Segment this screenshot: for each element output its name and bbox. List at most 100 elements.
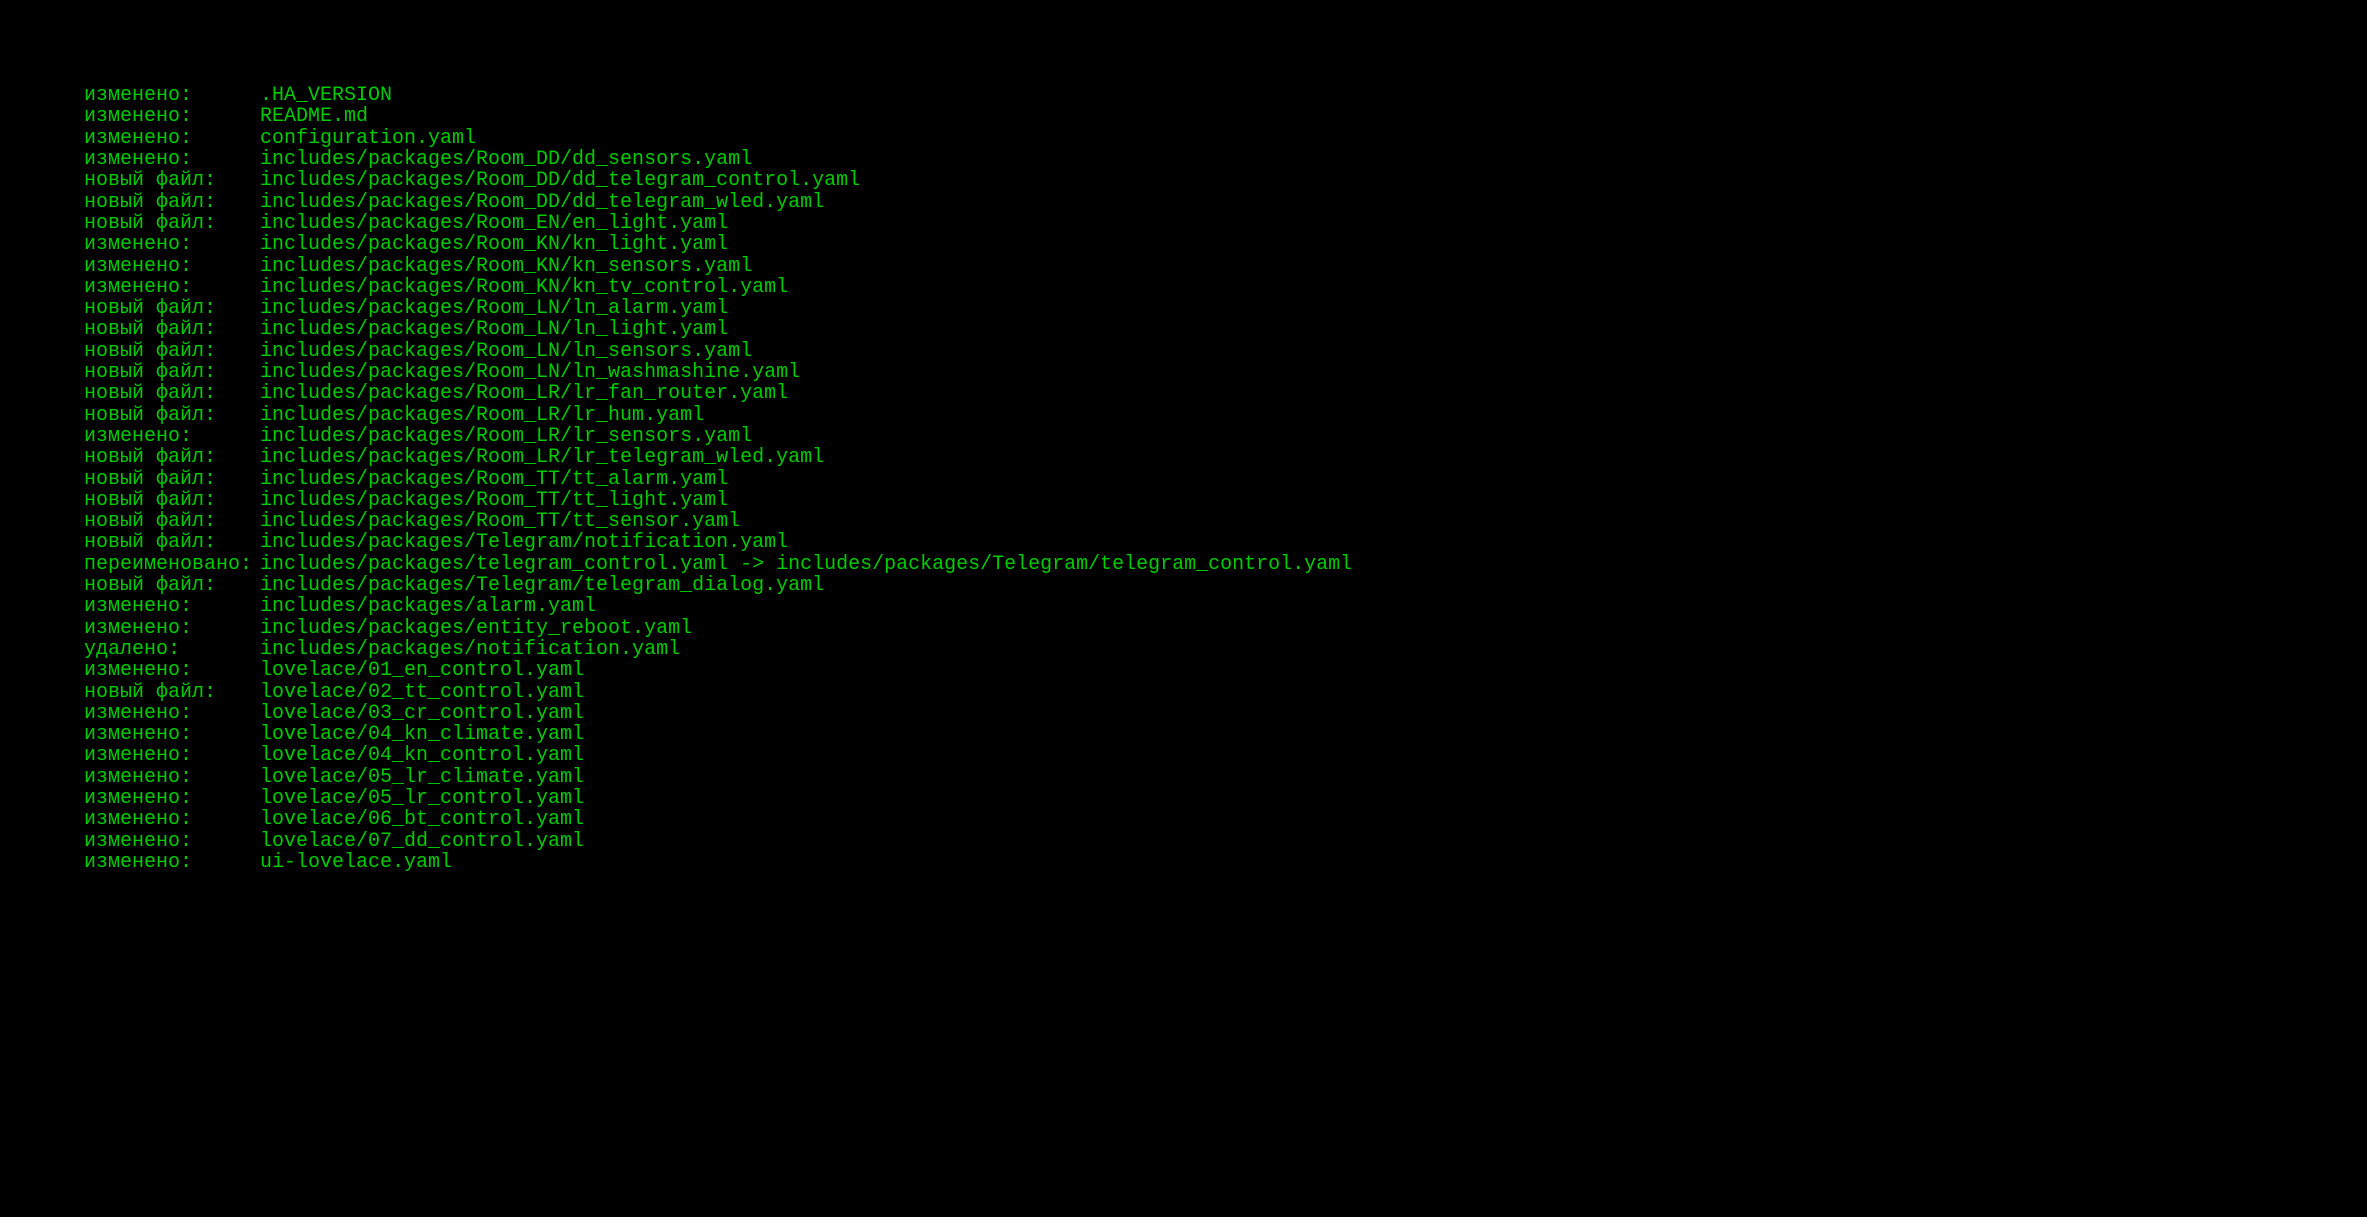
git-status-line: изменено:lovelace/03_cr_control.yaml <box>0 703 2367 724</box>
git-status-line: изменено:README.md <box>0 106 2367 127</box>
git-status-line: новый файл:includes/packages/Room_LN/ln_… <box>0 341 2367 362</box>
git-status-label: новый файл: <box>84 405 260 426</box>
git-file-path: includes/packages/Room_KN/kn_light.yaml <box>260 234 728 255</box>
git-file-path: includes/packages/Room_DD/dd_sensors.yam… <box>260 149 752 170</box>
git-status-label: изменено: <box>84 788 260 809</box>
git-status-line: новый файл:includes/packages/Room_DD/dd_… <box>0 192 2367 213</box>
git-status-line: изменено:.HA_VERSION <box>0 85 2367 106</box>
git-status-label: изменено: <box>84 809 260 830</box>
git-status-label: новый файл: <box>84 532 260 553</box>
git-status-line: изменено:lovelace/04_kn_climate.yaml <box>0 724 2367 745</box>
git-status-line: изменено:includes/packages/Room_DD/dd_se… <box>0 149 2367 170</box>
git-file-path: lovelace/06_bt_control.yaml <box>260 809 584 830</box>
git-status-label: изменено: <box>84 85 260 106</box>
git-file-path: includes/packages/Room_TT/tt_light.yaml <box>260 490 728 511</box>
git-status-label: новый файл: <box>84 192 260 213</box>
git-file-path: README.md <box>260 106 368 127</box>
git-status-label: новый файл: <box>84 490 260 511</box>
git-status-label: изменено: <box>84 234 260 255</box>
terminal-output[interactable]: изменено:.HA_VERSIONизменено:README.mdиз… <box>0 85 2367 873</box>
git-file-path: ui-lovelace.yaml <box>260 852 452 873</box>
git-status-label: новый файл: <box>84 213 260 234</box>
git-file-path: includes/packages/notification.yaml <box>260 639 680 660</box>
git-file-path: includes/packages/Room_LR/lr_sensors.yam… <box>260 426 752 447</box>
git-status-line: изменено:lovelace/05_lr_control.yaml <box>0 788 2367 809</box>
git-status-label: новый файл: <box>84 362 260 383</box>
git-status-line: новый файл:includes/packages/Room_LN/ln_… <box>0 319 2367 340</box>
git-status-line: изменено:includes/packages/Room_KN/kn_li… <box>0 234 2367 255</box>
git-status-label: изменено: <box>84 128 260 149</box>
git-status-line: изменено:includes/packages/Room_KN/kn_se… <box>0 256 2367 277</box>
git-status-label: изменено: <box>84 767 260 788</box>
git-file-path: includes/packages/Room_TT/tt_sensor.yaml <box>260 511 740 532</box>
git-status-line: новый файл:includes/packages/Room_LN/ln_… <box>0 362 2367 383</box>
git-file-path: lovelace/05_lr_climate.yaml <box>260 767 584 788</box>
git-file-path: includes/packages/alarm.yaml <box>260 596 596 617</box>
git-status-label: новый файл: <box>84 447 260 468</box>
git-status-line: изменено:includes/packages/Room_KN/kn_tv… <box>0 277 2367 298</box>
git-status-label: изменено: <box>84 256 260 277</box>
git-file-path: lovelace/01_en_control.yaml <box>260 660 584 681</box>
git-status-label: изменено: <box>84 106 260 127</box>
git-file-path: lovelace/02_tt_control.yaml <box>260 682 584 703</box>
git-file-path: includes/packages/Room_LN/ln_sensors.yam… <box>260 341 752 362</box>
git-status-line: изменено:configuration.yaml <box>0 128 2367 149</box>
git-file-path: includes/packages/Telegram/notification.… <box>260 532 788 553</box>
git-status-line: новый файл:includes/packages/Room_LR/lr_… <box>0 383 2367 404</box>
git-status-line: новый файл:lovelace/02_tt_control.yaml <box>0 682 2367 703</box>
git-status-line: удалено:includes/packages/notification.y… <box>0 639 2367 660</box>
git-status-line: изменено:lovelace/04_kn_control.yaml <box>0 745 2367 766</box>
git-status-label: новый файл: <box>84 170 260 191</box>
git-status-label: изменено: <box>84 703 260 724</box>
git-file-path: lovelace/05_lr_control.yaml <box>260 788 584 809</box>
git-status-label: изменено: <box>84 277 260 298</box>
git-status-label: изменено: <box>84 426 260 447</box>
git-status-label: изменено: <box>84 149 260 170</box>
git-file-path: includes/packages/Room_LR/lr_fan_router.… <box>260 383 788 404</box>
git-file-path: lovelace/04_kn_control.yaml <box>260 745 584 766</box>
git-status-line: переименовано:includes/packages/telegram… <box>0 554 2367 575</box>
git-status-label: изменено: <box>84 852 260 873</box>
git-status-line: изменено:includes/packages/entity_reboot… <box>0 618 2367 639</box>
git-file-path: includes/packages/Room_KN/kn_tv_control.… <box>260 277 788 298</box>
git-status-label: новый файл: <box>84 298 260 319</box>
git-status-line: новый файл:includes/packages/Room_TT/tt_… <box>0 469 2367 490</box>
git-status-label: изменено: <box>84 596 260 617</box>
git-file-path: includes/packages/Room_DD/dd_telegram_co… <box>260 170 860 191</box>
git-status-line: изменено:lovelace/06_bt_control.yaml <box>0 809 2367 830</box>
git-file-path: includes/packages/Room_LN/ln_alarm.yaml <box>260 298 728 319</box>
git-status-label: переименовано: <box>84 554 260 575</box>
git-file-path: lovelace/03_cr_control.yaml <box>260 703 584 724</box>
git-file-path: includes/packages/entity_reboot.yaml <box>260 618 692 639</box>
git-file-path: includes/packages/Room_LN/ln_washmashine… <box>260 362 800 383</box>
git-status-label: новый файл: <box>84 682 260 703</box>
git-status-label: удалено: <box>84 639 260 660</box>
git-status-label: новый файл: <box>84 319 260 340</box>
git-status-label: новый файл: <box>84 383 260 404</box>
git-status-label: изменено: <box>84 618 260 639</box>
git-file-path: includes/packages/Room_LN/ln_light.yaml <box>260 319 728 340</box>
git-status-line: новый файл:includes/packages/Room_LN/ln_… <box>0 298 2367 319</box>
git-status-label: изменено: <box>84 745 260 766</box>
git-status-label: новый файл: <box>84 575 260 596</box>
git-file-path: includes/packages/Room_DD/dd_telegram_wl… <box>260 192 824 213</box>
git-status-line: новый файл:includes/packages/Telegram/no… <box>0 532 2367 553</box>
git-file-path: .HA_VERSION <box>260 85 392 106</box>
git-file-path: lovelace/07_dd_control.yaml <box>260 831 584 852</box>
git-status-line: новый файл:includes/packages/Room_TT/tt_… <box>0 511 2367 532</box>
git-status-line: изменено:ui-lovelace.yaml <box>0 852 2367 873</box>
git-status-label: изменено: <box>84 660 260 681</box>
git-file-path: lovelace/04_kn_climate.yaml <box>260 724 584 745</box>
git-status-label: новый файл: <box>84 341 260 362</box>
git-status-line: изменено:lovelace/05_lr_climate.yaml <box>0 767 2367 788</box>
git-status-line: изменено:includes/packages/alarm.yaml <box>0 596 2367 617</box>
git-status-line: новый файл:includes/packages/Room_LR/lr_… <box>0 405 2367 426</box>
git-status-label: новый файл: <box>84 511 260 532</box>
git-status-line: новый файл:includes/packages/Room_LR/lr_… <box>0 447 2367 468</box>
git-status-line: новый файл:includes/packages/Room_DD/dd_… <box>0 170 2367 191</box>
git-file-path: includes/packages/Room_TT/tt_alarm.yaml <box>260 469 728 490</box>
git-status-label: новый файл: <box>84 469 260 490</box>
git-status-line: изменено:includes/packages/Room_LR/lr_se… <box>0 426 2367 447</box>
git-status-line: изменено:lovelace/07_dd_control.yaml <box>0 831 2367 852</box>
git-file-path: includes/packages/Room_EN/en_light.yaml <box>260 213 728 234</box>
